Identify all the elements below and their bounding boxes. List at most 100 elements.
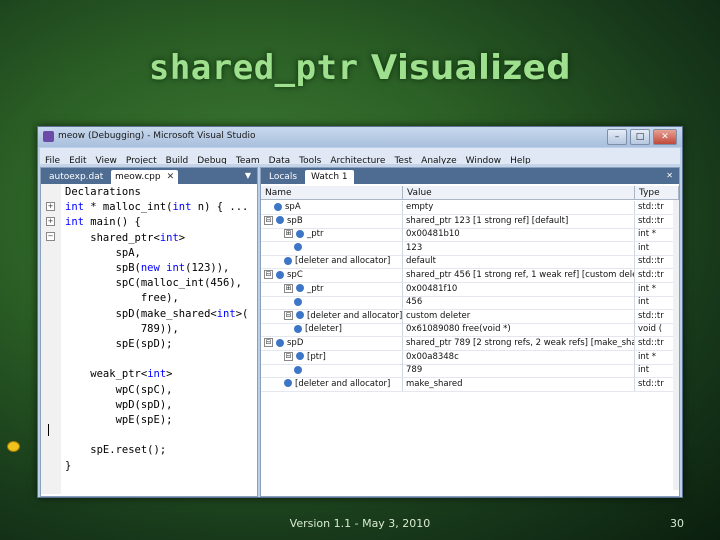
code-line[interactable]: int main() { <box>65 216 141 229</box>
variable-icon <box>294 297 302 306</box>
watch-cell-value[interactable]: 456 <box>403 296 635 310</box>
watch-cell-value[interactable]: 123 <box>403 241 635 255</box>
code-line[interactable]: } <box>65 460 71 473</box>
variable-icon <box>296 311 304 320</box>
chevron-down-icon[interactable]: ▼ <box>245 171 251 180</box>
variable-icon <box>296 229 304 238</box>
minimize-button[interactable]: – <box>607 129 627 145</box>
watch-row[interactable]: ⊟ spD shared_ptr 789 [2 strong refs, 2 wea… <box>261 337 679 351</box>
watch-cell-value[interactable]: shared_ptr 456 [1 strong ref, 1 weak ref… <box>403 269 635 282</box>
watch-row[interactable]: spA empty std::tr <box>261 201 679 215</box>
code-line[interactable]: spB(new int(123)), <box>65 262 230 275</box>
code-line[interactable]: shared_ptr<int> <box>65 232 185 245</box>
column-header-value[interactable]: Value <box>403 186 635 200</box>
watch-cell-value[interactable]: 789 <box>403 364 635 378</box>
code-line[interactable]: weak_ptr<int> <box>65 368 172 381</box>
watch-row[interactable]: 123 int <box>261 241 679 256</box>
watch-cell-value[interactable]: 0x00a8348c <box>403 350 635 364</box>
watch-cell-name: [deleter and allocator] <box>261 377 403 391</box>
variable-icon <box>296 352 304 361</box>
slide-title-code: shared_ptr <box>148 48 359 88</box>
watch-row[interactable]: ⊞ _ptr 0x00481f10 int * <box>261 282 679 297</box>
vertical-scrollbar[interactable] <box>673 200 679 490</box>
tab-autoexp[interactable]: autoexp.dat <box>45 170 107 184</box>
watch-row[interactable]: [deleter and allocator] default std::tr <box>261 255 679 270</box>
current-statement-arrow-icon <box>7 441 20 452</box>
collapse-icon[interactable]: ⊟ <box>264 215 273 225</box>
maximize-button[interactable]: □ <box>630 129 650 145</box>
editor-tab-bar: autoexp.dat meow.cpp ✕ ▼ <box>41 168 257 184</box>
watch-cell-name: ⊞ _ptr <box>261 228 403 242</box>
watch-cell-name: ⊟ [deleter and allocator] <box>261 309 403 323</box>
tab-meow-cpp[interactable]: meow.cpp ✕ <box>111 170 179 184</box>
close-tab-icon[interactable]: ✕ <box>167 172 175 182</box>
code-line[interactable]: spE.reset(); <box>65 444 166 457</box>
watch-name-text: [deleter and allocator] <box>295 256 391 267</box>
code-line[interactable]: 789)), <box>65 323 179 336</box>
collapse-icon[interactable]: ⊟ <box>284 351 293 361</box>
watch-cell-name: ⊟ [ptr] <box>261 350 403 364</box>
expand-icon[interactable]: ⊞ <box>284 283 293 293</box>
column-header-type[interactable]: Type <box>635 186 679 200</box>
watch-cell-value[interactable]: shared_ptr 789 [2 strong refs, 2 weak re… <box>403 337 635 350</box>
watch-row[interactable]: ⊟ spC shared_ptr 456 [1 strong ref, 1 weak… <box>261 269 679 283</box>
watch-cell-name: [deleter and allocator] <box>261 255 403 269</box>
close-button[interactable]: ✕ <box>653 129 677 145</box>
watch-cell-name: [deleter] <box>261 323 403 337</box>
watch-cell-value[interactable]: default <box>403 255 635 269</box>
code-line[interactable]: wpC(spC), <box>65 384 173 397</box>
code-line[interactable]: int * malloc_int(int n) { ... <box>65 201 248 214</box>
code-line[interactable]: wpD(spD), <box>65 399 173 412</box>
watch-name-text: spA <box>285 202 301 212</box>
watch-name-text: [ptr] <box>307 351 326 362</box>
code-line[interactable]: Declarations <box>65 186 141 199</box>
variable-icon <box>276 216 284 225</box>
watch-row[interactable]: ⊟ [deleter and allocator] custom deleter st… <box>261 309 679 324</box>
tab-meow-cpp-label: meow.cpp <box>115 172 161 182</box>
code-line[interactable]: spD(make_shared<int>( <box>65 308 249 321</box>
collapse-icon[interactable]: ⊟ <box>284 310 293 320</box>
code-line[interactable]: wpE(spE); <box>65 414 173 427</box>
watch-cell-value[interactable]: custom deleter <box>403 309 635 323</box>
watch-row[interactable]: [deleter and allocator] make_shared std::t… <box>261 377 679 392</box>
tab-watch1[interactable]: Watch 1 <box>305 170 354 184</box>
watch-name-text: spC <box>287 270 303 280</box>
close-panel-icon[interactable]: ✕ <box>666 171 673 180</box>
expand-icon[interactable]: ⊞ <box>284 229 293 239</box>
watch-cell-value[interactable]: 0x00481b10 <box>403 228 635 242</box>
watch-cell-value[interactable]: make_shared <box>403 377 635 391</box>
variable-icon <box>276 270 284 279</box>
variable-icon <box>294 243 302 252</box>
watch-row[interactable]: ⊞ _ptr 0x00481b10 int * <box>261 228 679 243</box>
variable-icon <box>276 338 284 347</box>
watch-row[interactable]: [deleter] 0x61089080 free(void *) void ( <box>261 323 679 338</box>
expand-icon[interactable]: + <box>46 217 55 227</box>
text-caret <box>48 424 49 436</box>
code-line[interactable]: spE(spD); <box>65 338 173 351</box>
collapse-icon[interactable]: ⊟ <box>264 338 273 347</box>
watch-cell-name: ⊟ spC <box>261 269 403 282</box>
variable-icon <box>284 379 292 388</box>
column-header-name[interactable]: Name <box>261 186 403 200</box>
watch-row[interactable]: 789 int <box>261 364 679 379</box>
code-line[interactable]: free), <box>65 292 179 305</box>
collapse-icon[interactable]: ⊟ <box>264 270 273 279</box>
watch-panel: Locals Watch 1 ✕ Name Value Type spA empt… <box>260 167 680 497</box>
watch-row[interactable]: ⊟ spB shared_ptr 123 [1 strong ref] [defau… <box>261 214 679 229</box>
variable-icon <box>294 365 302 374</box>
tab-locals[interactable]: Locals <box>263 170 303 184</box>
watch-cell-value[interactable]: 0x00481f10 <box>403 282 635 296</box>
watch-cell-value[interactable]: empty <box>403 201 635 214</box>
expand-icon[interactable]: + <box>46 202 55 211</box>
code-editor[interactable]: autoexp.dat meow.cpp ✕ ▼ Declarations int … <box>40 167 258 497</box>
code-line[interactable]: spA, <box>65 247 141 260</box>
watch-row[interactable]: 456 int <box>261 296 679 311</box>
watch-cell-name: ⊟ spD <box>261 337 403 350</box>
watch-cell-value[interactable]: 0x61089080 free(void *) <box>403 323 635 337</box>
code-line[interactable]: spC(malloc_int(456), <box>65 277 242 290</box>
menu-bar: File Edit View Project Build Debug Team Data Too… <box>40 148 680 166</box>
watch-row[interactable]: ⊟ [ptr] 0x00a8348c int * <box>261 350 679 365</box>
watch-cell-value[interactable]: shared_ptr 123 [1 strong ref] [default] <box>403 214 635 228</box>
watch-cell-name: ⊞ _ptr <box>261 282 403 296</box>
collapse-icon[interactable]: − <box>46 232 55 242</box>
